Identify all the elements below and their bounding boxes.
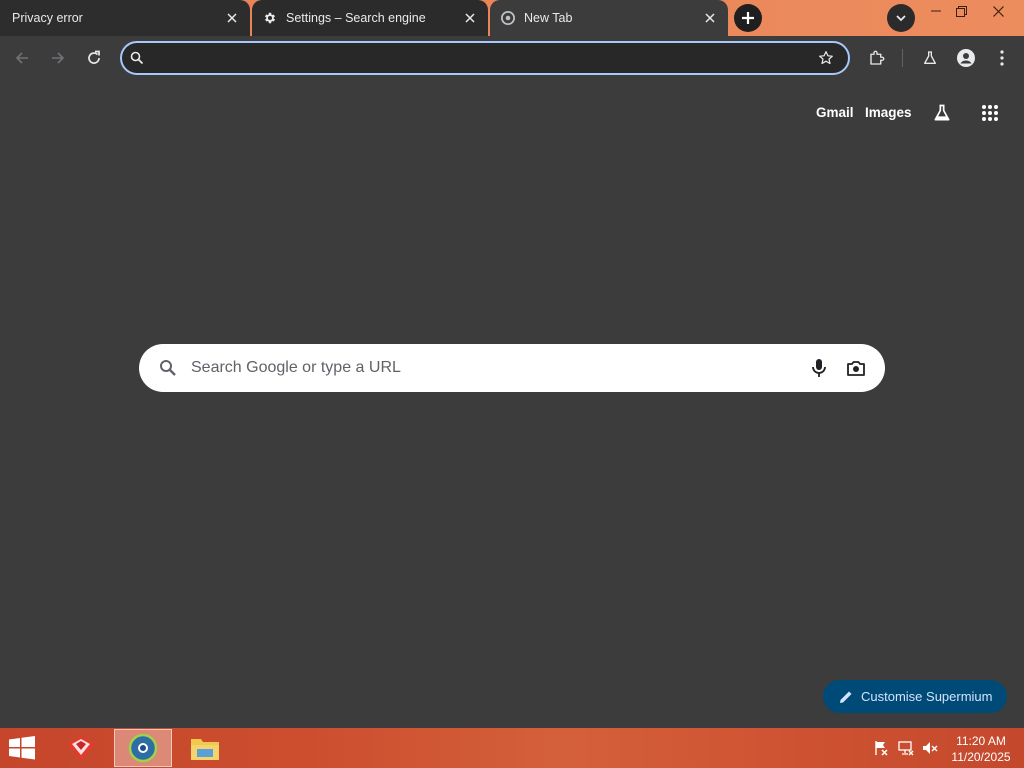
bookmark-star-icon[interactable] — [818, 50, 834, 71]
restore-icon — [955, 5, 967, 17]
taskbar-app-file-explorer[interactable] — [176, 729, 234, 767]
action-center-flag-icon[interactable] — [872, 740, 890, 756]
clock-date: 11/20/2025 — [951, 750, 1011, 764]
reload-icon — [88, 50, 100, 64]
puzzle-icon — [870, 50, 885, 65]
browser-toolbar — [0, 36, 1024, 80]
browser-globe-icon — [128, 733, 158, 763]
chromium-icon — [500, 10, 516, 26]
shield-app-icon — [67, 736, 95, 760]
start-button[interactable] — [8, 736, 38, 762]
customise-label: Customise Supermium — [861, 689, 993, 704]
folder-icon — [191, 739, 219, 760]
labs-flask-icon[interactable] — [930, 101, 954, 125]
customise-button[interactable]: Customise Supermium — [823, 680, 1007, 713]
close-icon[interactable] — [700, 8, 720, 28]
reload-button[interactable] — [78, 42, 110, 74]
tab-title: New Tab — [524, 11, 573, 25]
address-input[interactable] — [150, 47, 810, 71]
minimize-icon — [931, 10, 941, 12]
tab-settings-search-engine[interactable]: Settings – Search engine — [252, 0, 488, 36]
volume-muted-icon[interactable] — [921, 740, 939, 756]
clock-time: 11:20 AM — [956, 734, 1006, 748]
search-icon — [130, 51, 144, 70]
tab-title: Privacy error — [12, 11, 83, 25]
close-icon — [992, 5, 1004, 17]
search-icon — [159, 359, 177, 382]
camera-search-icon[interactable] — [845, 357, 867, 384]
forward-button[interactable] — [42, 42, 74, 74]
tab-title: Settings – Search engine — [286, 11, 426, 25]
restore-button[interactable] — [946, 0, 976, 22]
arrow-left-icon — [15, 52, 28, 64]
pencil-icon — [840, 691, 852, 703]
close-window-button[interactable] — [983, 0, 1013, 22]
arrow-right-icon — [52, 52, 65, 64]
taskbar-app-security[interactable] — [52, 729, 110, 767]
extensions-button[interactable] — [861, 42, 893, 74]
google-apps-icon[interactable] — [978, 101, 1002, 125]
taskbar-clock[interactable]: 11:20 AM 11/20/2025 — [944, 733, 1018, 765]
menu-button[interactable] — [986, 42, 1018, 74]
kebab-menu-icon — [1000, 50, 1004, 66]
tab-new-tab[interactable]: New Tab — [490, 0, 728, 36]
back-button[interactable] — [6, 42, 38, 74]
tab-search-button[interactable] — [887, 4, 915, 32]
gear-icon — [262, 10, 278, 26]
close-icon[interactable] — [222, 8, 242, 28]
flask-icon — [924, 51, 936, 64]
toolbar-divider — [902, 49, 903, 67]
network-icon[interactable] — [897, 740, 915, 756]
gmail-link[interactable]: Gmail — [816, 105, 854, 120]
new-tab-button[interactable] — [734, 4, 762, 32]
plus-icon — [742, 12, 754, 24]
close-icon[interactable] — [460, 8, 480, 28]
ntp-search-input[interactable] — [191, 355, 791, 381]
images-link[interactable]: Images — [865, 105, 912, 120]
taskbar — [0, 728, 1024, 768]
labs-button[interactable] — [914, 42, 946, 74]
chevron-down-icon — [896, 15, 906, 22]
tab-strip: Privacy error Settings – Search engine N… — [0, 0, 1024, 36]
avatar-icon — [957, 49, 975, 67]
address-bar[interactable] — [120, 41, 850, 75]
tab-privacy-error[interactable]: Privacy error — [0, 0, 250, 36]
microphone-icon[interactable] — [809, 357, 829, 384]
windows-logo-icon — [9, 736, 35, 760]
ntp-search-box[interactable] — [139, 344, 885, 392]
taskbar-app-browser[interactable] — [114, 729, 172, 767]
profile-button[interactable] — [950, 42, 982, 74]
